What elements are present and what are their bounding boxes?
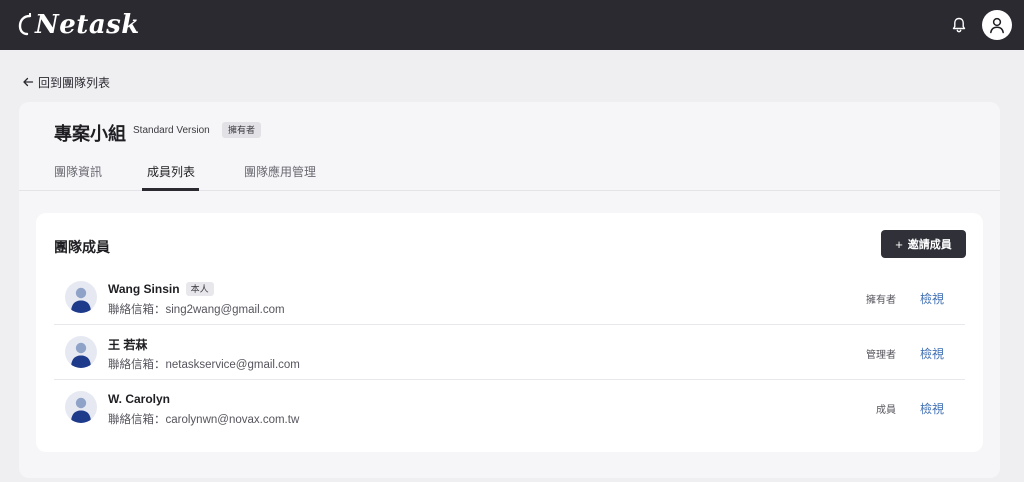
view-member-link[interactable]: 檢視	[920, 400, 944, 417]
member-role: 擁有者	[866, 295, 896, 306]
user-avatar-icon	[990, 17, 1004, 34]
person-avatar-icon	[71, 287, 91, 313]
member-row: Wang Sinsin 本人 聯絡信箱：sing2wang@gmail.com …	[54, 270, 965, 325]
back-to-team-list-link[interactable]: 回到團隊列表	[22, 74, 110, 90]
member-name-wrap: W. Carolyn	[108, 391, 170, 407]
active-tab-indicator	[142, 188, 199, 191]
arrow-left-icon	[23, 77, 34, 87]
version-label: Standard Version	[133, 125, 210, 136]
member-row: 王 若菻 聯絡信箱：netaskservice@gmail.com 管理者 檢視	[54, 325, 965, 380]
tab-team-info[interactable]: 團隊資訊	[54, 163, 102, 180]
member-email: 聯絡信箱：sing2wang@gmail.com	[108, 301, 285, 317]
member-email: 聯絡信箱：carolynwn@novax.com.tw	[108, 411, 299, 427]
person-avatar-icon	[71, 397, 91, 423]
view-member-link[interactable]: 檢視	[920, 345, 944, 362]
page-title: 專案小組	[54, 124, 126, 144]
email-value: carolynwn@novax.com.tw	[165, 414, 300, 426]
email-value: netaskservice@gmail.com	[165, 359, 300, 371]
email-label: 聯絡信箱：	[108, 304, 166, 316]
member-email: 聯絡信箱：netaskservice@gmail.com	[108, 356, 300, 372]
role-badge: 擁有者	[222, 122, 262, 138]
back-link-label: 回到團隊列表	[38, 75, 111, 90]
person-avatar-icon	[71, 342, 91, 368]
member-name-wrap: Wang Sinsin 本人	[108, 281, 214, 297]
email-label: 聯絡信箱：	[108, 414, 166, 426]
member-name: Wang Sinsin	[108, 282, 180, 296]
member-avatar	[65, 336, 97, 368]
plus-icon: +	[895, 236, 903, 252]
view-member-link[interactable]: 檢視	[920, 290, 944, 307]
members-card-title: 團隊成員	[54, 239, 110, 255]
team-header: 專案小組 Standard Version 擁有者 團隊資訊 成員列表 團隊應用…	[19, 102, 1000, 191]
tab-member-list[interactable]: 成員列表	[147, 163, 195, 180]
logo-text: Netask	[35, 10, 140, 40]
top-navbar: Netask	[0, 0, 1024, 50]
member-role: 成員	[876, 405, 896, 416]
member-name: W. Carolyn	[108, 392, 171, 406]
invite-button-label: 邀請成員	[907, 239, 952, 251]
member-row: W. Carolyn 聯絡信箱：carolynwn@novax.com.tw 成…	[54, 380, 965, 435]
member-role: 管理者	[866, 350, 896, 361]
netask-logo-icon	[18, 13, 32, 36]
bell-icon[interactable]	[950, 16, 968, 34]
member-name-wrap: 王 若菻	[108, 336, 147, 352]
email-label: 聯絡信箱：	[108, 359, 166, 371]
team-panel: 專案小組 Standard Version 擁有者 團隊資訊 成員列表 團隊應用…	[19, 102, 1000, 478]
netask-logo[interactable]: Netask	[18, 9, 140, 41]
tab-bar: 團隊資訊 成員列表 團隊應用管理	[19, 158, 1000, 191]
self-badge: 本人	[185, 282, 214, 296]
member-avatar	[65, 391, 97, 423]
tab-team-app-management[interactable]: 團隊應用管理	[244, 163, 316, 180]
member-name: 王 若菻	[108, 337, 148, 352]
member-avatar	[65, 281, 97, 313]
members-card: 團隊成員 + 邀請成員 Wang Sinsin 本人 聯絡信箱：sing2wan…	[36, 213, 983, 452]
invite-member-button[interactable]: + 邀請成員	[881, 230, 966, 258]
email-value: sing2wang@gmail.com	[165, 304, 285, 316]
user-avatar-button[interactable]	[982, 10, 1012, 40]
